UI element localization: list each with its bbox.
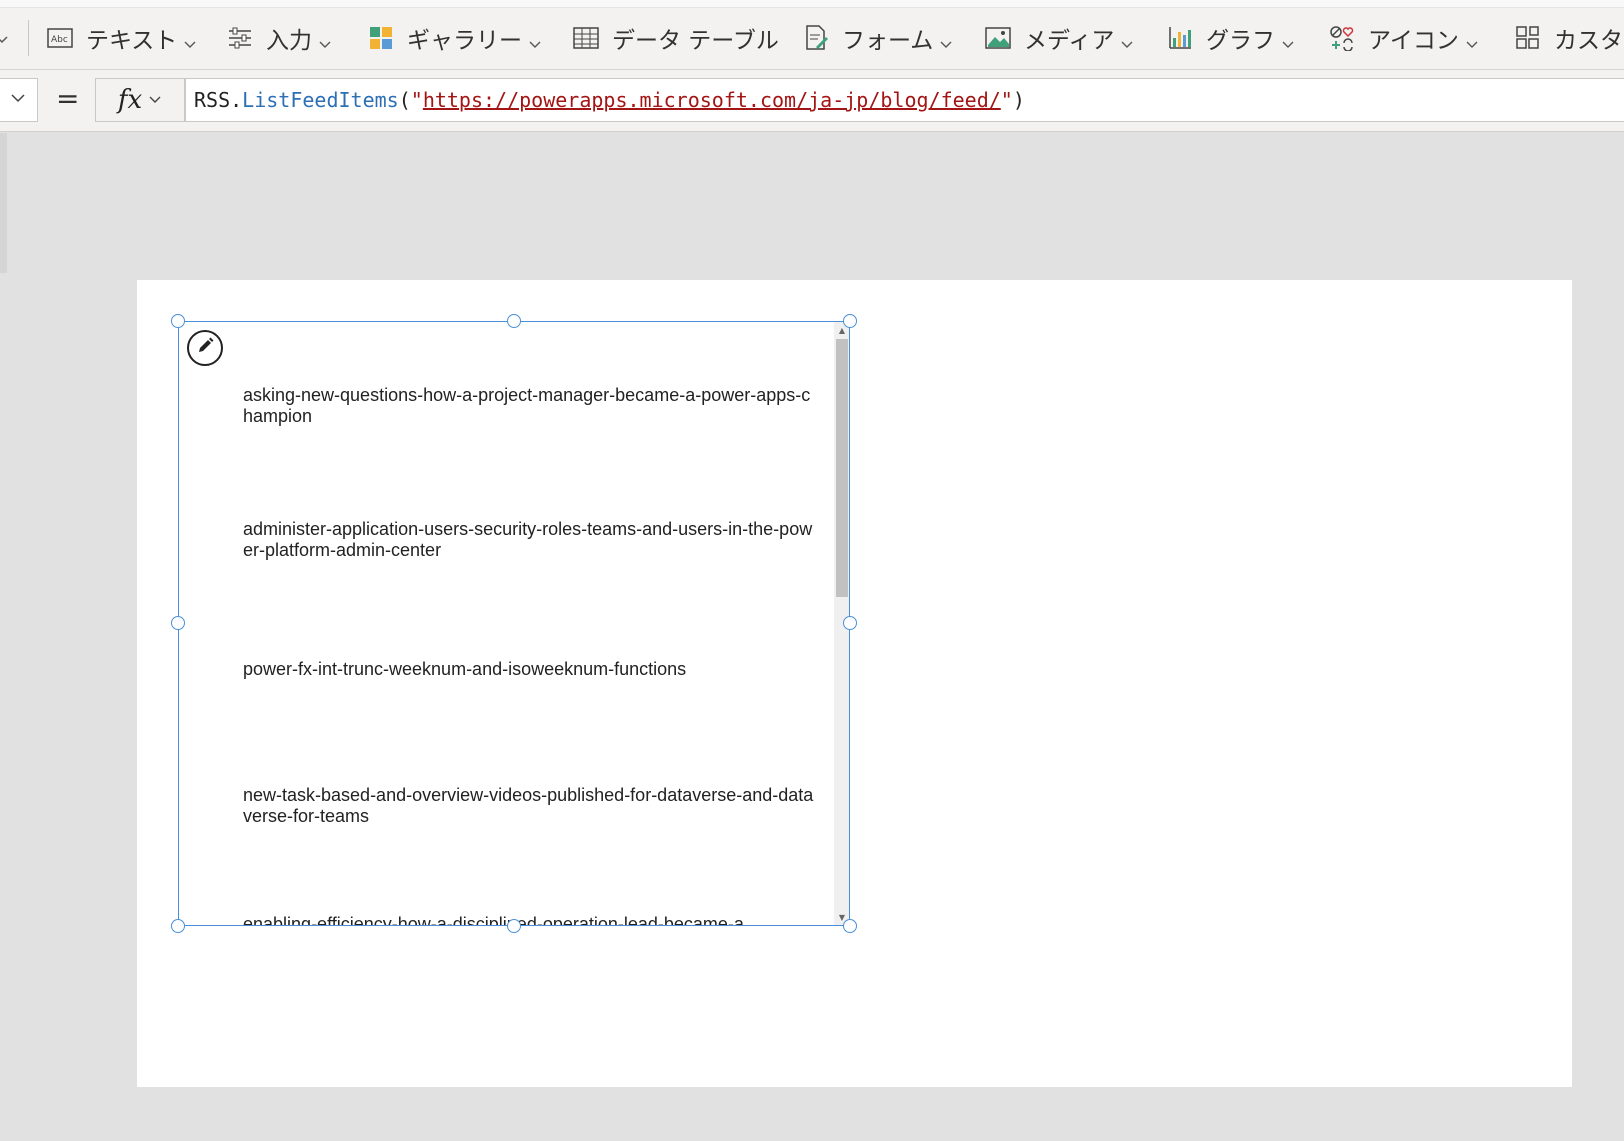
gallery-icon — [367, 24, 395, 52]
custom-icon — [1514, 24, 1542, 52]
chevron-down-icon — [148, 91, 162, 110]
gallery-edit-button[interactable] — [187, 330, 223, 366]
chevron-down-icon — [528, 31, 542, 48]
input-sliders-icon — [226, 24, 254, 52]
gallery-item-title[interactable]: enabling-efficiency-how-a-disciplined-op… — [243, 914, 818, 925]
chevron-down-icon — [1281, 31, 1295, 48]
toolbar-chart-menu[interactable]: グラフ — [1166, 20, 1295, 56]
feed-gallery[interactable]: asking-new-questions-how-a-project-manag… — [178, 321, 850, 926]
formula-prefix: RSS. — [194, 88, 243, 112]
resize-handle-bottom-left[interactable] — [171, 919, 185, 933]
form-icon — [802, 24, 830, 52]
formula-input[interactable]: RSS. ListFeedItems(" https://powerapps.mic… — [185, 78, 1624, 122]
formula-close-paren: ) — [1012, 88, 1025, 112]
text-label-icon: Abc — [46, 24, 74, 52]
toolbar-media-menu[interactable]: メディア — [984, 20, 1134, 56]
toolbar-gallery-label: ギャラリー — [407, 28, 522, 54]
gallery-item-title[interactable]: power-fx-int-trunc-weeknum-and-isoweeknu… — [243, 659, 818, 680]
resize-handle-top-center[interactable] — [507, 314, 521, 328]
toolbar-divider — [28, 20, 29, 56]
toolbar-icons-menu[interactable]: アイコン — [1328, 20, 1479, 56]
resize-handle-middle-left[interactable] — [171, 616, 185, 630]
scrollbar-thumb[interactable] — [836, 339, 848, 597]
fx-button[interactable]: fx — [95, 78, 185, 122]
chevron-down-icon — [318, 31, 332, 48]
resize-handle-bottom-right[interactable] — [843, 919, 857, 933]
toolbar-input-menu[interactable]: 入力 — [226, 20, 332, 56]
gallery-item-title[interactable]: asking-new-questions-how-a-project-manag… — [243, 385, 818, 427]
toolbar-gallery-menu[interactable]: ギャラリー — [367, 20, 542, 56]
toolbar-form-label: フォーム — [842, 28, 934, 54]
toolbar-custom-label: カスタム — [1554, 28, 1624, 54]
fx-icon: fx — [117, 85, 143, 115]
svg-text:Abc: Abc — [51, 35, 68, 45]
gallery-item-title[interactable]: new-task-based-and-overview-videos-publi… — [243, 785, 818, 827]
property-dropdown[interactable] — [0, 78, 38, 122]
formula-quote-open: " — [410, 88, 423, 112]
gallery-item-title[interactable]: administer-application-users-security-ro… — [243, 519, 818, 561]
chart-icon — [1166, 24, 1194, 52]
icons-icon — [1328, 24, 1356, 52]
toolbar-media-label: メディア — [1024, 28, 1115, 54]
toolbar-form-menu[interactable]: フォーム — [802, 20, 953, 56]
resize-handle-bottom-center[interactable] — [507, 919, 521, 933]
toolbar-icons-label: アイコン — [1368, 28, 1459, 54]
toolbar-custom-menu[interactable]: カスタム — [1514, 20, 1624, 56]
pencil-icon — [195, 336, 215, 360]
resize-handle-top-left[interactable] — [171, 314, 185, 328]
formula-url: https://powerapps.microsoft.com/ja-jp/bl… — [422, 88, 1001, 112]
chevron-down-icon — [1120, 31, 1134, 48]
media-icon — [984, 24, 1012, 52]
chevron-down-icon — [10, 90, 26, 110]
resize-handle-top-right[interactable] — [843, 314, 857, 328]
formula-function: ListFeedItems — [242, 88, 399, 112]
equals-sign: = — [56, 82, 80, 115]
canvas-left-edge — [0, 133, 7, 273]
toolbar-chart-label: グラフ — [1206, 28, 1275, 54]
data-table-icon — [572, 24, 600, 52]
chevron-down-icon — [183, 31, 197, 48]
toolbar-data-table-label: データ テーブル — [612, 28, 779, 54]
toolbar-top-strip — [0, 0, 1624, 8]
formula-quote-close: " — [1000, 88, 1013, 112]
toolbar-data-table-button[interactable]: データ テーブル — [572, 20, 779, 56]
chevron-down-icon — [1465, 31, 1479, 48]
insert-toolbar: Abc テキスト 入力 ギャラリー データ テーブル フォーム メディア グラフ… — [0, 0, 1624, 70]
toolbar-input-label: 入力 — [266, 28, 312, 54]
toolbar-text-menu[interactable]: Abc テキスト — [46, 20, 197, 56]
formula-bar: = fx RSS. ListFeedItems(" https://powerapp… — [0, 70, 1624, 132]
chevron-down-icon[interactable] — [0, 30, 8, 51]
toolbar-text-label: テキスト — [86, 28, 178, 54]
formula-open-paren: ( — [398, 88, 411, 112]
resize-handle-middle-right[interactable] — [843, 616, 857, 630]
chevron-down-icon — [939, 31, 953, 48]
